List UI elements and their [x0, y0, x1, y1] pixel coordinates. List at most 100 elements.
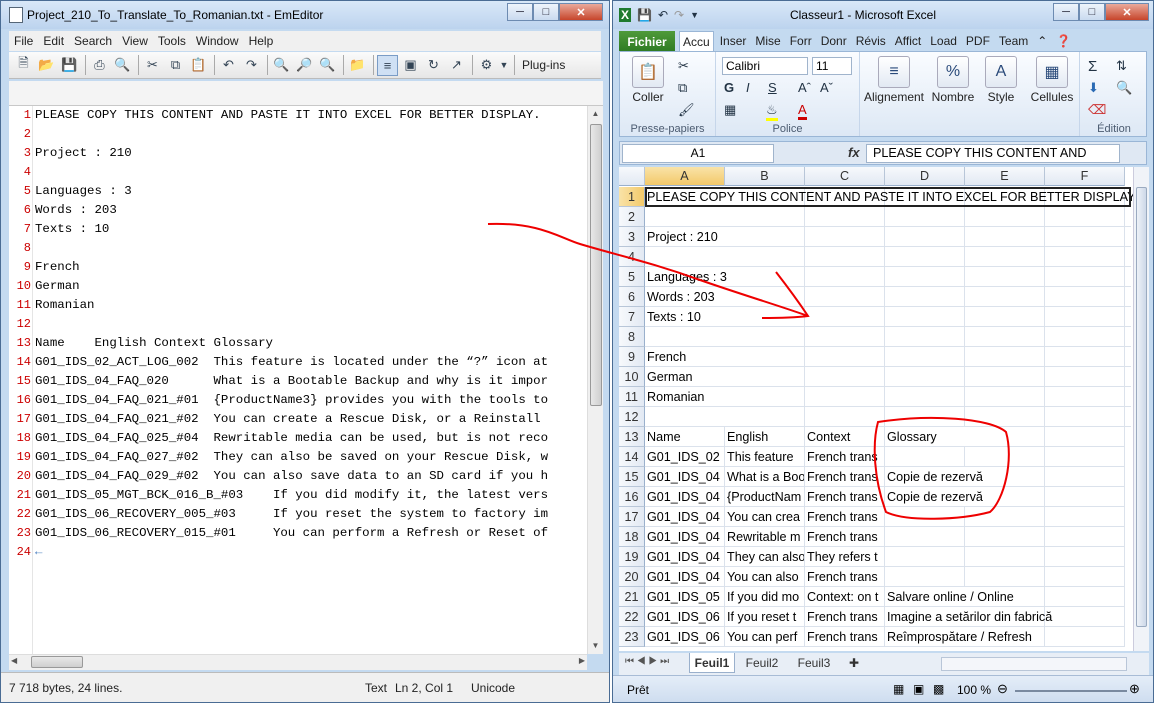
grid-cell[interactable]: G01_IDS_06	[645, 607, 725, 627]
dropdown-icon[interactable]: ▼	[499, 55, 509, 76]
grid-cell[interactable]	[1045, 567, 1125, 587]
grid-cell[interactable]: Salvare online / Online	[885, 587, 1125, 607]
grid-cell[interactable]	[1045, 447, 1125, 467]
grid-cell[interactable]	[645, 247, 1131, 267]
row-header[interactable]: 3	[619, 227, 645, 247]
cut-icon[interactable]: ✂	[142, 55, 163, 76]
tab-page-layout[interactable]: Mise	[752, 31, 783, 52]
column-header[interactable]: A	[645, 167, 725, 186]
grid-cell[interactable]: You can perf	[725, 627, 805, 647]
row-header[interactable]: 8	[619, 327, 645, 347]
row-header[interactable]: 16	[619, 487, 645, 507]
grid-cell[interactable]: G01_IDS_06	[645, 627, 725, 647]
row-header[interactable]: 20	[619, 567, 645, 587]
grid-cell[interactable]: Context: on t	[805, 587, 885, 607]
alignment-button[interactable]: ≡ Alignement	[860, 56, 928, 104]
new-file-icon[interactable]: 🗎	[13, 55, 34, 76]
horizontal-scrollbar[interactable]: ◀ ▶	[9, 654, 587, 670]
tab-insert[interactable]: Inser	[717, 31, 750, 52]
grid-cell[interactable]	[885, 547, 965, 567]
horizontal-scrollbar[interactable]	[941, 657, 1127, 671]
grid-cell[interactable]: PLEASE COPY THIS CONTENT AND PASTE IT IN…	[645, 187, 1133, 207]
tab-file[interactable]: Fichier	[619, 31, 675, 52]
font-color-icon[interactable]: A	[798, 102, 807, 120]
grid-cell[interactable]: G01_IDS_04	[645, 487, 725, 507]
tab-data[interactable]: Donr	[818, 31, 850, 52]
row-header[interactable]: 17	[619, 507, 645, 527]
grid-cell[interactable]	[965, 567, 1045, 587]
grid-cell[interactable]: You can also	[725, 567, 805, 587]
help-icon[interactable]: ❓	[1053, 31, 1074, 52]
grid-cell[interactable]	[1045, 527, 1125, 547]
grid-cell[interactable]: German	[645, 367, 1131, 387]
grid-cell[interactable]: If you reset t	[725, 607, 805, 627]
grid-cell[interactable]	[965, 507, 1045, 527]
grid-cell[interactable]: Copie de rezervă	[885, 467, 1125, 487]
number-button[interactable]: % Nombre	[928, 56, 978, 104]
sheet-tab-feuil2[interactable]: Feuil2	[739, 653, 785, 673]
grid-cell[interactable]	[645, 407, 1131, 427]
save-icon[interactable]: 💾	[637, 8, 652, 22]
replace-icon[interactable]: 🔍	[317, 55, 338, 76]
scroll-up-icon[interactable]: ▲	[588, 106, 603, 122]
grid-cell[interactable]: French trans	[805, 507, 885, 527]
formula-input[interactable]: PLEASE COPY THIS CONTENT AND	[866, 144, 1120, 163]
new-sheet-icon[interactable]: ✚	[841, 653, 867, 673]
grid-cell[interactable]: French trans	[805, 447, 885, 467]
encoding-status[interactable]: Unicode	[471, 681, 515, 695]
row-header[interactable]: 23	[619, 627, 645, 647]
emeditor-titlebar[interactable]: Project_210_To_Translate_To_Romanian.txt…	[1, 1, 609, 29]
bold-icon[interactable]: G	[724, 80, 734, 95]
row-header[interactable]: 6	[619, 287, 645, 307]
autosum-icon[interactable]: Σ	[1088, 58, 1097, 75]
customize-qat-icon[interactable]: ▼	[690, 10, 699, 20]
paste-button[interactable]: 📋 Coller	[626, 56, 670, 104]
grid-cell[interactable]: They can also	[725, 547, 805, 567]
grid-cell[interactable]: If you did mo	[725, 587, 805, 607]
print-icon[interactable]: ⎙	[89, 55, 110, 76]
borders-icon[interactable]: ▦	[724, 102, 736, 118]
word-wrap-icon[interactable]: ≡	[377, 54, 398, 76]
grid-cell[interactable]	[885, 507, 965, 527]
cells-button[interactable]: ▦ Cellules	[1024, 56, 1080, 104]
grid-cell[interactable]: Glossary	[885, 427, 1125, 447]
menu-view[interactable]: View	[117, 34, 153, 48]
undo-icon[interactable]: ↶	[218, 55, 239, 76]
tab-pdf[interactable]: PDF	[963, 31, 993, 52]
collapse-ribbon-icon[interactable]: ⌃	[1034, 31, 1050, 52]
open-folder-icon[interactable]: 📂	[36, 55, 57, 76]
paste-icon[interactable]: 📋	[188, 55, 209, 76]
row-header[interactable]: 12	[619, 407, 645, 427]
row-header[interactable]: 7	[619, 307, 645, 327]
row-header[interactable]: 4	[619, 247, 645, 267]
grid-cell[interactable]: Reîmprospătare / Refresh	[885, 627, 1125, 647]
column-header[interactable]: E	[965, 167, 1045, 186]
copy-icon[interactable]: ⧉	[678, 80, 687, 96]
grid-cell[interactable]	[965, 447, 1045, 467]
page-layout-view-icon[interactable]: ▣	[913, 682, 924, 696]
grid-cell[interactable]: Words : 203	[645, 287, 1131, 307]
grid-cell[interactable]	[885, 567, 965, 587]
sheet-tab-feuil1[interactable]: Feuil1	[689, 653, 735, 673]
menu-help[interactable]: Help	[244, 34, 279, 48]
grid-cell[interactable]: Context	[805, 427, 885, 447]
zoom-in-icon[interactable]: ⊕	[1129, 681, 1140, 697]
cut-icon[interactable]: ✂	[678, 58, 689, 74]
redo-icon[interactable]: ↷	[674, 8, 684, 22]
spreadsheet-grid[interactable]: ABCDEF 1 PLEASE COPY THIS CONTENT AND PAS…	[619, 167, 1133, 651]
vertical-scrollbar[interactable]	[1133, 167, 1149, 651]
grid-cell[interactable]: Languages : 3	[645, 267, 1131, 287]
font-name-box[interactable]: Calibri	[722, 57, 808, 75]
macro-icon[interactable]: ⚙	[476, 55, 497, 76]
grid-cell[interactable]: Texts : 10	[645, 307, 1131, 327]
name-box[interactable]: A1	[622, 144, 774, 163]
row-header[interactable]: 10	[619, 367, 645, 387]
fill-color-icon[interactable]: ♨	[766, 102, 778, 121]
underline-icon[interactable]: S	[768, 80, 777, 95]
row-header[interactable]: 5	[619, 267, 645, 287]
sheet-tab-feuil3[interactable]: Feuil3	[791, 653, 837, 673]
grid-cell[interactable]	[885, 527, 965, 547]
row-header[interactable]: 21	[619, 587, 645, 607]
scroll-left-icon[interactable]: ◀	[11, 656, 17, 665]
sort-filter-icon[interactable]: ⇅	[1116, 58, 1127, 74]
